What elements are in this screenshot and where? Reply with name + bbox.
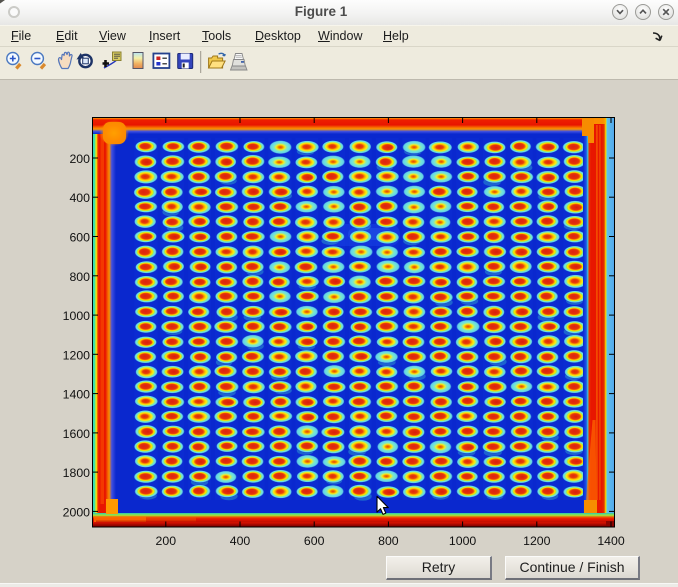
svg-text:200: 200 (156, 534, 177, 548)
svg-text:800: 800 (378, 534, 399, 548)
svg-text:2000: 2000 (63, 505, 91, 519)
svg-text:400: 400 (69, 191, 90, 205)
svg-text:1000: 1000 (449, 534, 477, 548)
svg-text:1400: 1400 (597, 534, 625, 548)
svg-text:200: 200 (69, 152, 90, 166)
svg-text:1800: 1800 (63, 466, 91, 480)
svg-text:600: 600 (69, 231, 90, 245)
svg-text:1200: 1200 (63, 348, 91, 362)
svg-text:1400: 1400 (63, 388, 91, 402)
svg-text:1600: 1600 (63, 427, 91, 441)
svg-text:800: 800 (69, 270, 90, 284)
svg-text:600: 600 (304, 534, 325, 548)
svg-text:400: 400 (230, 534, 251, 548)
svg-text:1200: 1200 (523, 534, 551, 548)
svg-text:1000: 1000 (63, 309, 91, 323)
